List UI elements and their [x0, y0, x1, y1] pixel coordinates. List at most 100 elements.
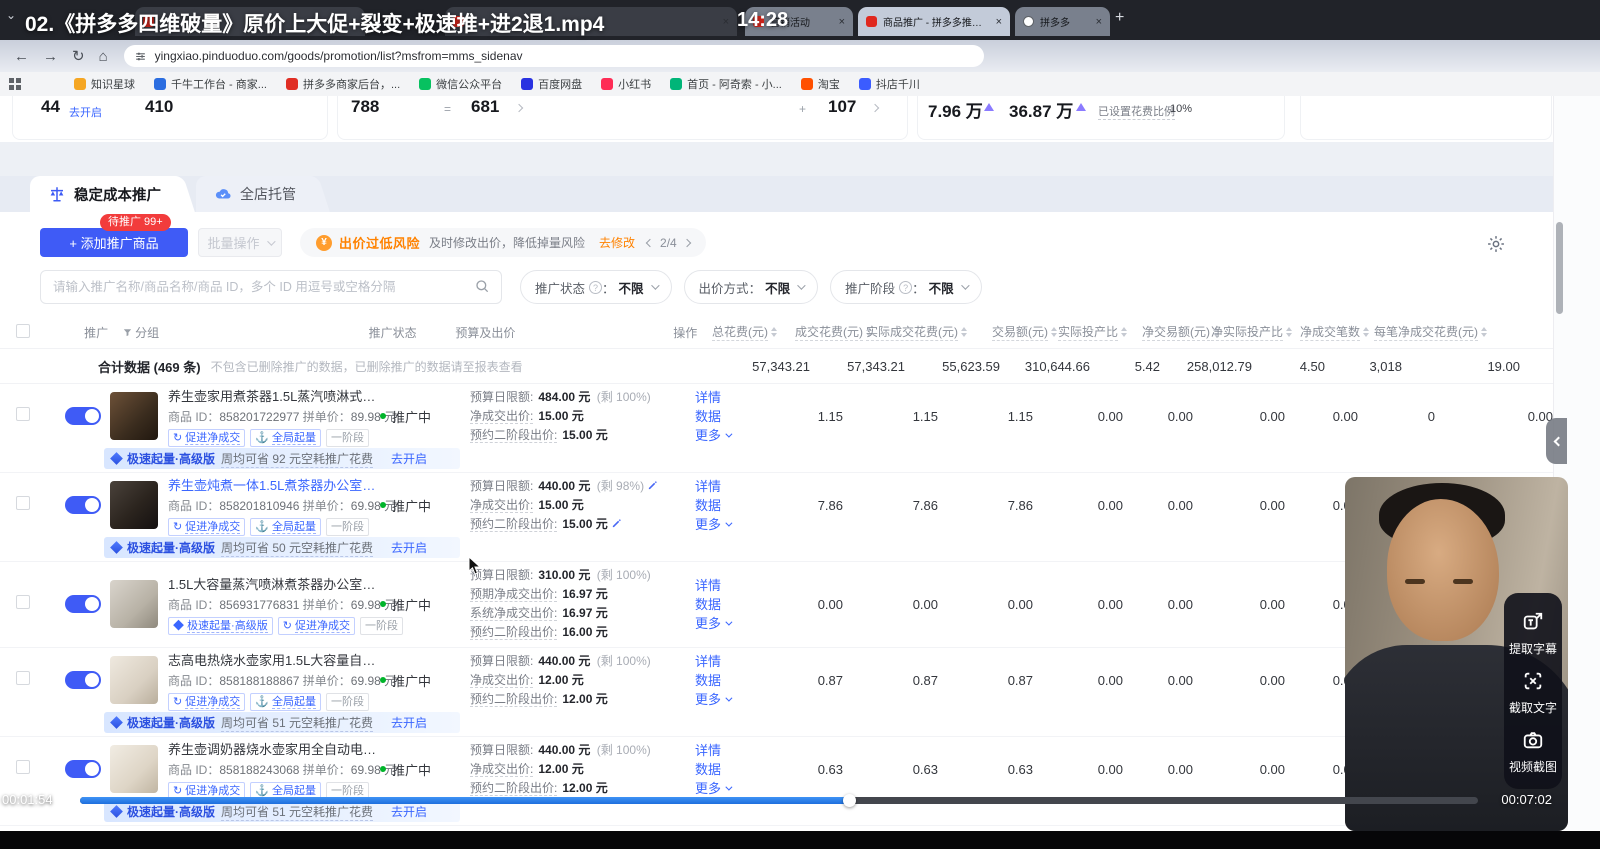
col-group[interactable]: 分组: [135, 324, 159, 341]
table-row: 养生壶炖煮一体1.5L煮茶器办公室蒸汽喷淋式全... 商品 ID：85820181…: [0, 475, 1553, 536]
action-data-link[interactable]: 数据: [695, 595, 730, 614]
stat-open-action[interactable]: 去开启: [69, 104, 102, 120]
bookmark-item[interactable]: 淘宝: [800, 76, 840, 92]
action-data-link[interactable]: 数据: [695, 760, 730, 779]
speed-boost-banner: 极速起量·高级版 周均可省 92 元空耗推广花费 去开启: [104, 448, 460, 469]
edit-pencil-icon[interactable]: [647, 480, 658, 491]
column-header[interactable]: 净交易额(元): [1127, 323, 1219, 341]
stat-right-chevron-icon[interactable]: [870, 103, 880, 113]
filter-推广状态[interactable]: 推广状态?：不限: [520, 270, 672, 304]
row-checkbox[interactable]: [16, 670, 30, 685]
banner-enable-link[interactable]: 去开启: [391, 539, 427, 556]
column-header[interactable]: 总花费(元): [707, 323, 777, 341]
tab-close-icon[interactable]: ×: [996, 16, 1002, 28]
scrollbar-thumb[interactable]: [1556, 222, 1563, 314]
column-header[interactable]: 每笔净成交花费(元): [1369, 323, 1487, 341]
browser-tab[interactable]: 拼多多 ×: [1015, 7, 1110, 36]
apps-grid-icon[interactable]: [9, 77, 22, 91]
forward-icon[interactable]: →: [43, 48, 58, 65]
row-toggle[interactable]: [65, 595, 101, 613]
banner-enable-link[interactable]: 去开启: [391, 714, 427, 731]
action-data-link[interactable]: 数据: [695, 496, 730, 515]
tool-视频截图[interactable]: 视频截图: [1509, 725, 1557, 775]
row-checkbox[interactable]: [16, 759, 30, 774]
filter-出价方式[interactable]: 出价方式：不限: [683, 270, 819, 304]
filter-推广阶段[interactable]: 推广阶段?：不限: [830, 270, 982, 304]
tab-full-store-hosting[interactable]: 全店托管: [196, 176, 312, 212]
row-toggle[interactable]: [65, 496, 101, 514]
bookmark-item[interactable]: 小红书: [601, 76, 651, 92]
bookmark-item[interactable]: 拼多多商家后台，...: [285, 76, 400, 92]
add-promotion-button[interactable]: + 添加推广商品: [40, 228, 188, 257]
row-toggle[interactable]: [65, 671, 101, 689]
tab-close-icon[interactable]: ×: [839, 16, 845, 28]
bookmark-item[interactable]: 微信公众平台: [419, 76, 502, 92]
row-checkbox[interactable]: [16, 594, 30, 609]
gear-icon[interactable]: [1486, 234, 1506, 254]
tool-截取文字[interactable]: 截取文字: [1509, 666, 1557, 716]
tab-search-chevron-icon[interactable]: ⌄: [6, 8, 16, 22]
home-icon[interactable]: ⌂: [99, 48, 108, 65]
action-more-link[interactable]: 更多: [695, 614, 733, 633]
column-header[interactable]: 成交花费(元): [777, 323, 872, 341]
banner-enable-link[interactable]: 去开启: [391, 450, 427, 467]
action-detail-link[interactable]: 详情: [695, 741, 730, 760]
bookmark-item[interactable]: 知识星球: [74, 76, 135, 92]
pager-prev-icon[interactable]: [645, 238, 655, 247]
action-more-link[interactable]: 更多: [695, 690, 733, 709]
product-name[interactable]: 1.5L大容量蒸汽喷淋煮茶器办公室烧水壶养生壶...: [168, 574, 380, 593]
browser-tab[interactable]: 商品推广 - 拼多多推广平台 ×: [858, 7, 1010, 36]
action-detail-link[interactable]: 详情: [695, 576, 730, 595]
bookmark-item[interactable]: 抖店千川: [858, 76, 920, 92]
filter-funnel-icon[interactable]: [122, 327, 133, 338]
action-detail-link[interactable]: 详情: [695, 388, 730, 407]
column-header[interactable]: 交易额(元): [967, 323, 1057, 341]
product-name[interactable]: 养生壶调奶器烧水壶家用全自动电热水壶恒温...: [168, 739, 380, 758]
batch-actions-button[interactable]: 批量操作: [198, 228, 282, 257]
video-progress-bar[interactable]: [80, 794, 1478, 807]
action-data-link[interactable]: 数据: [695, 407, 730, 426]
action-more-link[interactable]: 更多: [695, 426, 733, 445]
edit-pencil-icon[interactable]: [611, 518, 622, 529]
column-header[interactable]: 实际成交花费(元): [866, 323, 967, 341]
video-progress-knob[interactable]: [842, 794, 856, 807]
pager-next-icon[interactable]: [682, 238, 691, 247]
bookmark-item[interactable]: 千牛工作台 - 商家...: [154, 76, 267, 92]
select-all-checkbox[interactable]: [16, 323, 30, 338]
banner-enable-link[interactable]: 去开启: [391, 803, 427, 820]
search-input[interactable]: [40, 270, 502, 304]
action-more-link[interactable]: 更多: [695, 779, 733, 798]
product-name[interactable]: 志高电热烧水壶家用1.5L大容量自动养生壶恒温...: [168, 650, 380, 669]
product-name[interactable]: 养生壶家用煮茶器1.5L蒸汽喷淋式全自动办公室...: [168, 386, 380, 405]
new-tab-button[interactable]: +: [1115, 10, 1124, 26]
warning-fix-link[interactable]: 去修改: [599, 234, 635, 251]
stat-left-chevron-icon[interactable]: [514, 103, 524, 113]
tool-提取字幕[interactable]: 提取字幕: [1509, 607, 1557, 657]
action-detail-link[interactable]: 详情: [695, 477, 730, 496]
collapse-panel-handle[interactable]: [1546, 418, 1567, 464]
column-header-label: 净成交笔数: [1299, 325, 1360, 341]
row-toggle[interactable]: [65, 760, 101, 778]
row-toggle[interactable]: [65, 407, 101, 425]
column-header[interactable]: 净成交笔数: [1292, 323, 1369, 341]
action-data-link[interactable]: 数据: [695, 671, 730, 690]
row-checkbox[interactable]: [16, 406, 30, 421]
bookmark-item[interactable]: 百度网盘: [521, 76, 582, 92]
search-icon[interactable]: [474, 278, 490, 294]
column-header[interactable]: 净实际投产比: [1210, 323, 1292, 341]
col-promotion: 推广: [84, 325, 109, 340]
bookmark-item[interactable]: 首页 - 阿奇索 - 小...: [670, 76, 782, 92]
column-header[interactable]: 实际投产比: [1057, 323, 1127, 341]
tab-close-icon[interactable]: ×: [723, 16, 729, 28]
tab-close-icon[interactable]: ×: [1096, 16, 1102, 28]
action-detail-link[interactable]: 详情: [695, 652, 730, 671]
tab-stable-cost-promotion[interactable]: 稳定成本推广: [30, 176, 177, 212]
row-checkbox[interactable]: [16, 495, 30, 510]
product-name[interactable]: 养生壶炖煮一体1.5L煮茶器办公室蒸汽喷淋式全...: [168, 475, 380, 494]
back-icon[interactable]: ←: [14, 48, 29, 65]
budget-cell: 预算日限额: 484.00 元 (剩 100%) 净成交出价: 15.00 元预约二阶…: [470, 388, 670, 445]
address-bar[interactable]: yingxiao.pinduoduo.com/goods/promotion/l…: [123, 45, 984, 67]
banner-title: 极速起量·高级版: [127, 716, 215, 730]
reload-icon[interactable]: ↻: [72, 47, 85, 65]
action-more-link[interactable]: 更多: [695, 515, 733, 534]
